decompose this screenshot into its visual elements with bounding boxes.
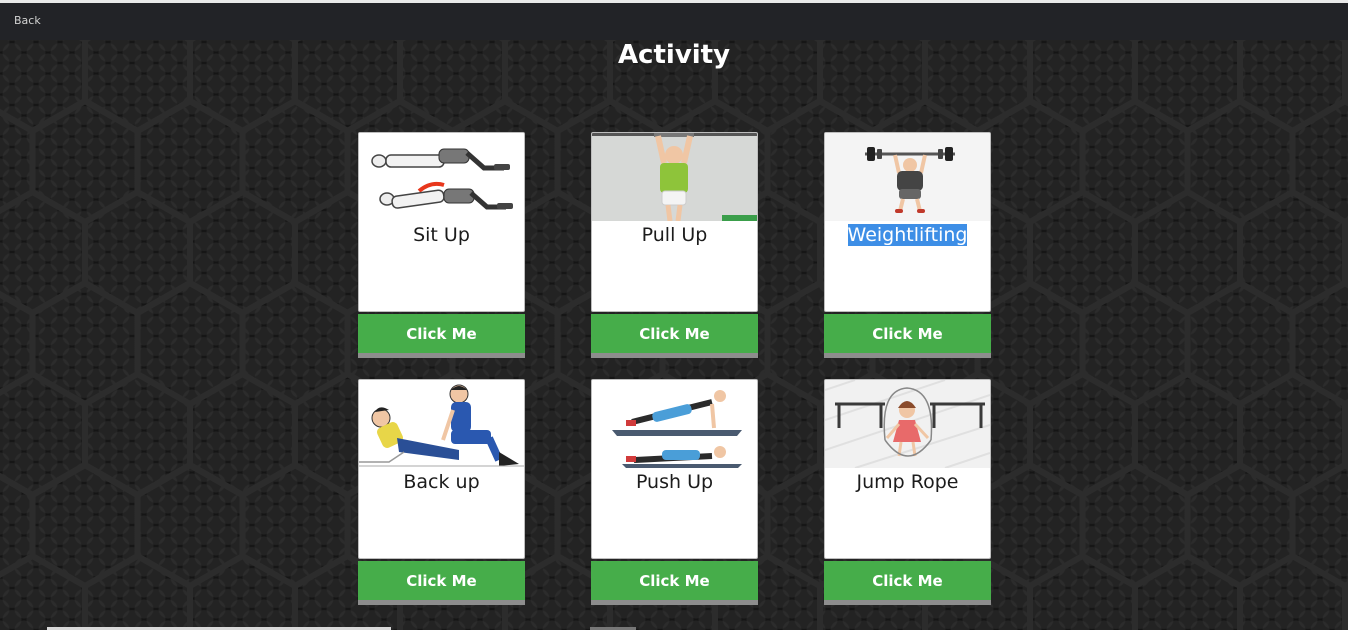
- activity-card-back-up: Back up Click Me: [358, 379, 525, 605]
- back-up-icon: [359, 380, 524, 468]
- activity-card-sit-up: Sit Up Click Me: [358, 132, 525, 358]
- weightlifting-icon: [825, 133, 990, 221]
- click-me-button[interactable]: Click Me: [358, 561, 525, 605]
- card-label: Push Up: [635, 471, 714, 493]
- click-me-button[interactable]: Click Me: [591, 314, 758, 358]
- sit-up-icon: [359, 133, 524, 221]
- card-label: Sit Up: [413, 224, 470, 246]
- card-body: Back up: [358, 379, 525, 559]
- card-label: Jump Rope: [856, 471, 959, 493]
- card-body: Weightlifting: [824, 132, 991, 312]
- push-up-icon: [592, 380, 757, 468]
- card-label: Weightlifting: [825, 223, 990, 247]
- click-me-button[interactable]: Click Me: [358, 314, 525, 358]
- card-body: Push Up: [591, 379, 758, 559]
- jump-rope-icon: [825, 380, 990, 468]
- card-body: Pull Up: [591, 132, 758, 312]
- pull-up-icon: [592, 133, 757, 221]
- click-me-button[interactable]: Click Me: [824, 314, 991, 358]
- card-label: Back up: [403, 471, 480, 493]
- activity-card-weightlifting: Weightlifting Click Me: [824, 132, 991, 358]
- activity-card-push-up: Push Up Click Me: [591, 379, 758, 605]
- card-label: Pull Up: [641, 224, 708, 246]
- top-nav-bar: Back: [0, 3, 1348, 40]
- back-link[interactable]: Back: [14, 14, 41, 27]
- click-me-button[interactable]: Click Me: [824, 561, 991, 605]
- activity-card-pull-up: Pull Up Click Me: [591, 132, 758, 358]
- card-body: Sit Up: [358, 132, 525, 312]
- activity-card-jump-rope: Jump Rope Click Me: [824, 379, 991, 605]
- selected-text: Weightlifting: [847, 224, 968, 246]
- card-body: Jump Rope: [824, 379, 991, 559]
- page-title: Activity: [617, 40, 731, 70]
- click-me-button[interactable]: Click Me: [591, 561, 758, 605]
